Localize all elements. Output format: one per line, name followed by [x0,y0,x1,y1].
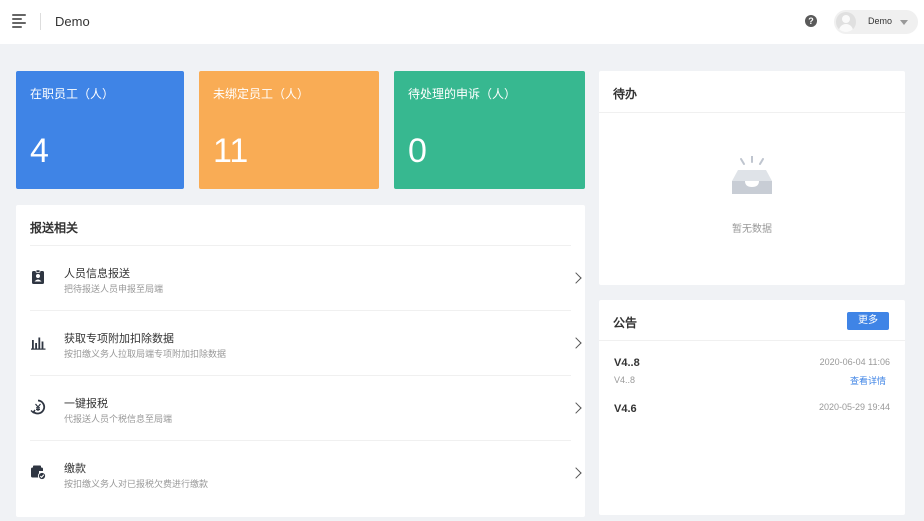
report-item-desc: 按扣缴义务人拉取局端专项附加扣除数据 [64,349,227,359]
stat-card-employees[interactable]: 在职员工（人） 4 [16,71,184,189]
help-icon[interactable]: ? [805,15,817,27]
todo-title: 待办 [613,87,638,101]
id-badge-icon [32,269,44,284]
stat-value: 4 [30,132,49,170]
todo-card: 待办 暂无数据 [599,71,905,285]
stat-label: 待处理的申诉（人） [408,87,517,101]
report-card: 报送相关 人员信息报送 把待报送人员申报至局端 获取专项附加扣除数据 按扣缴义务… [16,205,585,517]
notice-summary: V4..8 [614,375,636,385]
notice-date: 2020-05-29 19:44 [818,402,890,412]
empty-inbox-icon [732,156,772,194]
avatar [836,12,856,32]
more-button[interactable]: 更多 [847,312,889,330]
top-bar: Demo ? Demo [0,0,924,44]
divider [599,340,905,341]
tax-report-icon [30,399,46,415]
stat-value: 0 [408,132,427,170]
report-item-payment[interactable]: 缴款 按扣缴义务人对已报税欠费进行缴款 [30,440,582,505]
empty-text: 暂无数据 [732,224,772,235]
report-item-desc: 按扣缴义务人对已报税欠费进行缴款 [64,479,209,489]
chevron-right-icon [570,337,582,349]
divider [599,112,905,113]
report-item-deduction[interactable]: 获取专项附加扣除数据 按扣缴义务人拉取局端专项附加扣除数据 [30,310,582,375]
report-item-title: 获取专项附加扣除数据 [64,333,174,345]
report-item-title: 一键报税 [64,398,108,410]
notice-title: 公告 [613,316,638,330]
user-menu[interactable]: Demo [834,10,918,34]
stat-card-unbound[interactable]: 未绑定员工（人） 11 [199,71,379,189]
notice-date: 2020-06-04 11:06 [819,357,890,367]
stat-label: 在职员工（人） [30,87,115,101]
report-item-desc: 把待报送人员申报至局端 [64,284,164,294]
chevron-right-icon [570,272,582,284]
notice-version[interactable]: V4..8 [614,357,640,369]
app-title: Demo [55,14,90,29]
stat-value: 11 [213,132,249,170]
report-item-tax[interactable]: 一键报税 代报送人员个税信息至局端 [30,375,582,440]
bar-chart-icon [31,337,46,350]
caret-down-icon [900,20,908,25]
user-name: Demo [868,16,893,26]
stat-card-appeals[interactable]: 待处理的申诉（人） 0 [394,71,585,189]
report-item-title: 人员信息报送 [64,268,130,280]
chevron-right-icon [570,402,582,414]
header-divider [40,13,41,30]
stat-label: 未绑定员工（人） [213,87,310,101]
notice-version[interactable]: V4.6 [614,403,637,415]
payment-icon [31,465,46,480]
view-details-link[interactable]: 查看详情 [850,374,886,387]
report-item-title: 缴款 [64,463,86,475]
report-item-desc: 代报送人员个税信息至局端 [64,414,173,424]
report-title: 报送相关 [30,221,79,235]
menu-toggle-icon[interactable] [12,14,28,28]
chevron-right-icon [570,467,582,479]
report-item-personnel[interactable]: 人员信息报送 把待报送人员申报至局端 [30,245,582,310]
notice-card: 公告 更多 V4..8 2020-06-04 11:06 V4..8 查看详情 … [599,300,905,515]
